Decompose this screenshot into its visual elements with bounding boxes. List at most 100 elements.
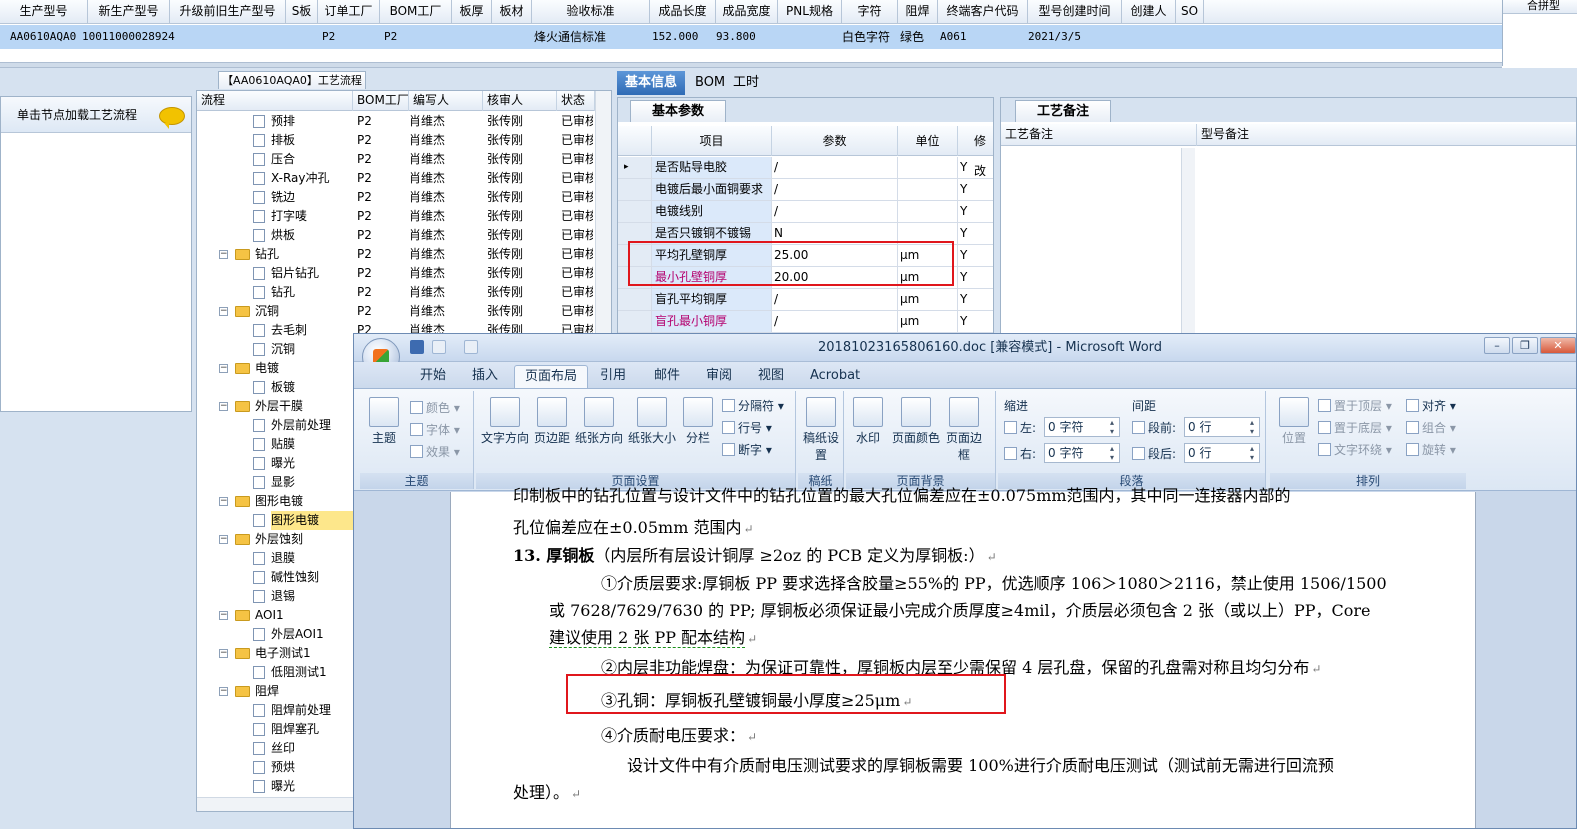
hyphenation-button[interactable]: 断字 ▾ — [722, 441, 772, 458]
collapse-toggle-icon[interactable]: − — [219, 687, 228, 696]
param-value[interactable]: / — [772, 179, 898, 200]
tab-references[interactable]: 引用 — [590, 365, 636, 388]
tree-panel-tab[interactable]: 【AA0610AQA0】工艺流程 — [218, 71, 366, 89]
indent-right-input[interactable]: 0 字符 — [1044, 443, 1120, 463]
theme-fonts-button[interactable]: 字体 ▾ — [410, 421, 460, 438]
tree-row[interactable]: 铣边 P2 肖维杰 张传刚 已审核 — [197, 188, 597, 207]
spacing-after-input[interactable]: 0 行 — [1184, 443, 1260, 463]
document-page[interactable]: 印制板中的钻孔位置与设计文件中的钻孔位置的最大孔位偏差应在±0.075mm范围内… — [450, 486, 1476, 828]
indent-left-input[interactable]: 0 字符 — [1044, 417, 1120, 437]
col-header-bom-factory[interactable]: BOM工厂 — [380, 0, 452, 24]
tree-row[interactable]: − 沉铜 P2 肖维杰 张传刚 已审核 — [197, 302, 597, 321]
col-header-standard[interactable]: 验收标准 — [532, 0, 650, 24]
table-row[interactable]: AA0610AQA0 10011000028924 P2 P2 烽火通信标准 1… — [0, 25, 1502, 49]
size-button[interactable]: 纸张大小 — [626, 397, 678, 446]
page-border-button[interactable]: 页面边框 — [946, 397, 982, 463]
tab-acrobat[interactable]: Acrobat — [800, 365, 870, 388]
params-col-unit[interactable]: 单位 — [898, 126, 958, 156]
param-value[interactable]: / — [772, 157, 898, 178]
col-header-char[interactable]: 字符 — [842, 0, 898, 24]
collapse-toggle-icon[interactable]: − — [219, 250, 228, 259]
position-button[interactable]: 位置 — [1276, 397, 1312, 446]
tree-row[interactable]: 钻孔 P2 肖维杰 张传刚 已审核 — [197, 283, 597, 302]
splitter[interactable] — [0, 62, 1502, 68]
tree-col-flow[interactable]: 流程 — [197, 91, 353, 111]
group-objects-button[interactable]: 组合 ▾ — [1406, 419, 1456, 436]
line-numbers-button[interactable]: 行号 ▾ — [722, 419, 772, 436]
collapse-toggle-icon[interactable]: − — [219, 649, 228, 658]
tree-col-status[interactable]: 状态 — [557, 91, 595, 111]
tab-basic-info[interactable]: 基本信息 — [617, 71, 686, 95]
rotate-button[interactable]: 旋转 ▾ — [1406, 441, 1456, 458]
col-header-so[interactable]: SO — [1176, 0, 1204, 24]
redo-icon[interactable] — [464, 340, 478, 354]
param-row[interactable]: 盲孔平均铜厚 / μm Y — [618, 289, 993, 311]
tree-col-writer[interactable]: 编写人 — [409, 91, 483, 111]
close-button[interactable]: ✕ — [1540, 337, 1576, 354]
tab-page-layout[interactable]: 页面布局 — [514, 365, 589, 388]
theme-effects-button[interactable]: 效果 ▾ — [410, 443, 460, 460]
col-header-s-board[interactable]: S板 — [286, 0, 318, 24]
tree-row[interactable]: 预排 P2 肖维杰 张传刚 已审核 — [197, 112, 597, 131]
param-value[interactable]: / — [772, 311, 898, 332]
tab-view[interactable]: 视图 — [748, 365, 794, 388]
send-back-button[interactable]: 置于底层 ▾ — [1318, 419, 1392, 436]
col-header-material[interactable]: 板材 — [492, 0, 532, 24]
param-row[interactable]: 电镀后最小面铜要求 / Y — [618, 179, 993, 201]
col-header-pnl[interactable]: PNL规格 — [778, 0, 842, 24]
param-row[interactable]: 电镀线别 / Y — [618, 201, 993, 223]
spacing-before-input[interactable]: 0 行 — [1184, 417, 1260, 437]
notes-col-model[interactable]: 型号备注 — [1197, 124, 1576, 146]
tree-row[interactable]: 烘板 P2 肖维杰 张传刚 已审核 — [197, 226, 597, 245]
col-header-mask[interactable]: 阻焊 — [898, 0, 938, 24]
notes-scrollbar[interactable] — [1181, 148, 1195, 338]
undo-icon[interactable] — [432, 340, 446, 354]
customize-qat-icon[interactable] — [488, 340, 498, 354]
align-button[interactable]: 对齐 ▾ — [1406, 397, 1456, 414]
col-header-created[interactable]: 型号创建时间 — [1028, 0, 1122, 24]
collapse-toggle-icon[interactable]: − — [219, 611, 228, 620]
collapse-toggle-icon[interactable]: − — [219, 535, 228, 544]
restore-button[interactable]: ❐ — [1512, 337, 1538, 354]
tree-row[interactable]: 排板 P2 肖维杰 张传刚 已审核 — [197, 131, 597, 150]
text-direction-button[interactable]: 文字方向 — [480, 397, 530, 446]
collapse-toggle-icon[interactable]: − — [219, 402, 228, 411]
collapse-toggle-icon[interactable]: − — [219, 307, 228, 316]
col-header-creator[interactable]: 创建人 — [1122, 0, 1176, 24]
tree-row[interactable]: X-Ray冲孔 P2 肖维杰 张传刚 已审核 — [197, 169, 597, 188]
text-wrap-button[interactable]: 文字环绕 ▾ — [1318, 441, 1392, 458]
orientation-button[interactable]: 纸张方向 — [574, 397, 624, 446]
tree-col-bom[interactable]: BOM工厂 — [353, 91, 409, 111]
col-header-customer[interactable]: 终端客户代码 — [938, 0, 1028, 24]
tree-col-reviewer[interactable]: 核审人 — [483, 91, 557, 111]
col-header-length[interactable]: 成品长度 — [650, 0, 716, 24]
param-row[interactable]: 盲孔最小铜厚 / μm Y — [618, 311, 993, 333]
watermark-button[interactable]: 水印 — [850, 397, 886, 446]
col-header-old-model[interactable]: 升级前旧生产型号 — [170, 0, 286, 24]
columns-button[interactable]: 分栏 — [680, 397, 716, 446]
page-color-button[interactable]: 页面颜色 — [890, 397, 942, 446]
col-header-new-model[interactable]: 新生产型号 — [88, 0, 170, 24]
draft-paper-button[interactable]: 稿纸设置 — [802, 397, 840, 463]
tree-row[interactable]: 铝片钻孔 P2 肖维杰 张传刚 已审核 — [197, 264, 597, 283]
minimize-button[interactable]: – — [1484, 337, 1510, 354]
col-header-thickness[interactable]: 板厚 — [452, 0, 492, 24]
col-header-order-factory[interactable]: 订单工厂 — [318, 0, 380, 24]
params-col-item[interactable]: 项目 — [652, 126, 772, 156]
tree-row[interactable]: 打字唛 P2 肖维杰 张传刚 已审核 — [197, 207, 597, 226]
tab-process-notes[interactable]: 工艺备注 — [1015, 100, 1111, 122]
collapse-toggle-icon[interactable]: − — [219, 497, 228, 506]
collapse-toggle-icon[interactable]: − — [219, 364, 228, 373]
tab-home[interactable]: 开始 — [410, 365, 456, 388]
param-value[interactable]: / — [772, 201, 898, 222]
notes-col-process[interactable]: 工艺备注 — [1001, 124, 1197, 146]
margins-button[interactable]: 页边距 — [532, 397, 572, 446]
tree-row[interactable]: 压合 P2 肖维杰 张传刚 已审核 — [197, 150, 597, 169]
param-value[interactable]: / — [772, 289, 898, 310]
theme-button[interactable]: 主题 — [366, 397, 402, 446]
tab-basic-params[interactable]: 基本参数 — [630, 100, 726, 122]
col-header-width[interactable]: 成品宽度 — [716, 0, 778, 24]
tab-work-hours[interactable]: 工时 — [725, 71, 767, 95]
params-col-value[interactable]: 参数 — [772, 126, 898, 156]
tab-review[interactable]: 审阅 — [696, 365, 742, 388]
